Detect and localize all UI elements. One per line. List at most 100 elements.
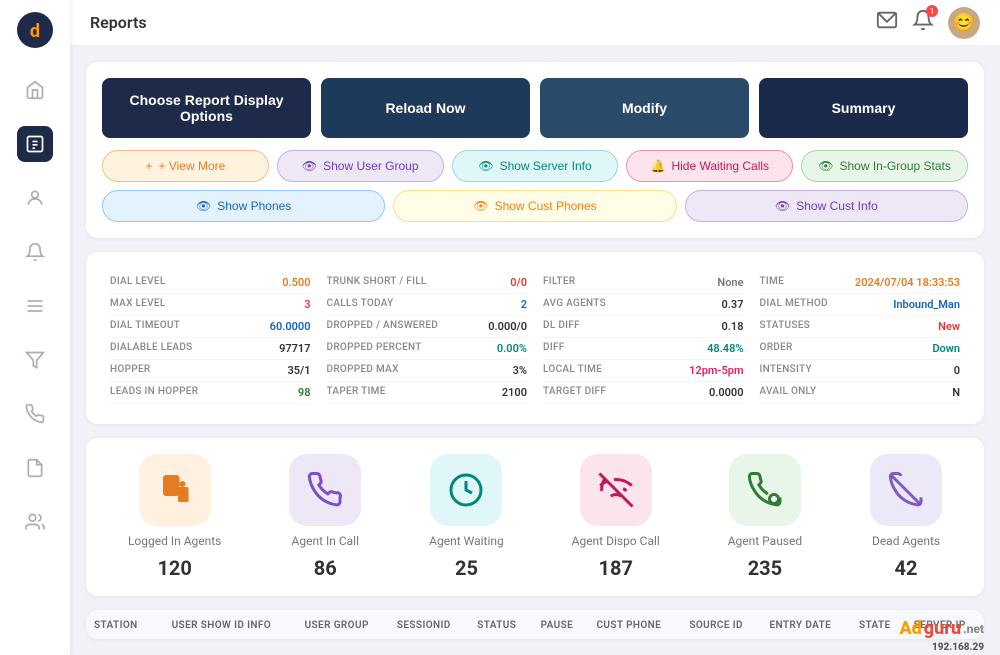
in-call-icon-wrap — [289, 454, 361, 526]
logged-in-agents-card: Logged In Agents 120 — [128, 454, 221, 580]
stats-col-3: FILTER None AVG AGENTS 0.37 DL DIFF 0.18… — [535, 268, 752, 408]
bell-icon[interactable]: 1 — [912, 9, 934, 36]
stats-col-4: TIME 2024/07/04 18:33:53 DIAL METHOD Inb… — [752, 268, 969, 408]
paused-count: 235 — [748, 556, 782, 580]
dead-agents-card: Dead Agents 42 — [870, 454, 942, 580]
plus-icon: + — [145, 159, 152, 173]
agent-in-call-card: Agent In Call 86 — [289, 454, 361, 580]
eye-icon-2: 👁 — [478, 159, 493, 173]
watermark-net: .net — [963, 622, 984, 636]
stat-filter: FILTER None — [543, 272, 744, 294]
choose-report-button[interactable]: Choose Report Display Options — [102, 78, 311, 138]
agent-paused-card: Agent Paused 235 — [728, 454, 802, 580]
dispo-icon-wrap — [580, 454, 652, 526]
th-source-id: SOURCE ID — [681, 610, 761, 639]
eye-icon-5: 👁 — [473, 199, 488, 213]
dead-icon-wrap — [870, 454, 942, 526]
sidebar-item-list[interactable] — [17, 288, 53, 324]
logged-in-label: Logged In Agents — [128, 534, 221, 548]
stats-grid: DIAL LEVEL 0.500 MAX LEVEL 3 DIAL TIMEOU… — [102, 268, 968, 408]
th-status: STATUS — [469, 610, 532, 639]
watermark-ip: 192.168.29 — [932, 642, 984, 653]
show-ingroup-stats-button[interactable]: 👁 Show In-Group Stats — [801, 150, 968, 182]
app-logo[interactable]: d — [15, 10, 55, 50]
sidebar-item-filter[interactable] — [17, 342, 53, 378]
stat-dropped-answered: DROPPED / ANSWERED 0.000/0 — [327, 316, 528, 338]
stats-col-2: TRUNK SHORT / FILL 0/0 CALLS TODAY 2 DRO… — [319, 268, 536, 408]
stat-hopper: HOPPER 35/1 — [110, 360, 311, 382]
bell-icon-btn: 🔔 — [651, 159, 666, 173]
waiting-icon-wrap — [430, 454, 502, 526]
watermark-ad: Ad — [899, 618, 921, 639]
stat-dial-timeout: DIAL TIMEOUT 60.0000 — [110, 316, 311, 338]
header: Reports 1 😊 — [70, 0, 1000, 46]
sidebar-item-users[interactable] — [17, 180, 53, 216]
stat-calls-today: CALLS TODAY 2 — [327, 294, 528, 316]
sidebar-item-team[interactable] — [17, 504, 53, 540]
stat-target-diff: TARGET DIFF 0.0000 — [543, 382, 744, 404]
reload-now-button[interactable]: Reload Now — [321, 78, 530, 138]
th-sessionid: SESSIONID — [389, 610, 469, 639]
paused-label: Agent Paused — [728, 534, 802, 548]
sidebar-item-home[interactable] — [17, 72, 53, 108]
page-title: Reports — [90, 13, 147, 32]
show-phones-button[interactable]: 👁 Show Phones — [102, 190, 385, 222]
mail-icon[interactable] — [876, 9, 898, 36]
watermark-guru: guru — [924, 618, 961, 639]
stat-dial-method: DIAL METHOD Inbound_Man — [760, 294, 961, 316]
stat-dropped-max: DROPPED MAX 3% — [327, 360, 528, 382]
th-user-group: USER GROUP — [297, 610, 389, 639]
in-call-label: Agent In Call — [292, 534, 360, 548]
stat-max-level: MAX LEVEL 3 — [110, 294, 311, 316]
stats-card: DIAL LEVEL 0.500 MAX LEVEL 3 DIAL TIMEOU… — [86, 252, 984, 424]
stats-col-1: DIAL LEVEL 0.500 MAX LEVEL 3 DIAL TIMEOU… — [102, 268, 319, 408]
logged-in-icon-wrap — [139, 454, 211, 526]
stat-order: ORDER Down — [760, 338, 961, 360]
summary-button[interactable]: Summary — [759, 78, 968, 138]
paused-icon-wrap — [729, 454, 801, 526]
dead-label: Dead Agents — [872, 534, 940, 548]
sub-buttons-row: + + View More 👁 Show User Group 👁 Show S… — [102, 150, 968, 222]
stat-time: TIME 2024/07/04 18:33:53 — [760, 272, 961, 294]
show-server-info-button[interactable]: 👁 Show Server Info — [452, 150, 619, 182]
agents-table-card: STATION USER SHOW ID INFO USER GROUP SES… — [86, 610, 984, 639]
sidebar-item-reports[interactable] — [17, 126, 53, 162]
avatar[interactable]: 😊 — [948, 7, 980, 39]
logged-in-count: 120 — [157, 556, 191, 580]
th-entry-date: ENTRY DATE — [761, 610, 851, 639]
adguru-watermark: Adguru.net 192.168.29 — [899, 618, 984, 639]
sidebar-item-phone[interactable] — [17, 396, 53, 432]
show-cust-info-button[interactable]: 👁 Show Cust Info — [685, 190, 968, 222]
sidebar-item-docs[interactable] — [17, 450, 53, 486]
hide-waiting-calls-button[interactable]: 🔔 Hide Waiting Calls — [626, 150, 793, 182]
th-cust-phone: CUST PHONE — [588, 610, 681, 639]
main-content: Reports 1 😊 Choose Report Display Option… — [70, 0, 1000, 655]
content-area: Choose Report Display Options Reload Now… — [70, 46, 1000, 655]
stat-trunk-short: TRUNK SHORT / FILL 0/0 — [327, 272, 528, 294]
stat-dialable-leads: DIALABLE LEADS 97717 — [110, 338, 311, 360]
toolbar-card: Choose Report Display Options Reload Now… — [86, 62, 984, 238]
top-buttons-row: Choose Report Display Options Reload Now… — [102, 78, 968, 138]
modify-button[interactable]: Modify — [540, 78, 749, 138]
waiting-label: Agent Waiting — [429, 534, 504, 548]
view-more-button[interactable]: + + View More — [102, 150, 269, 182]
stat-dial-level: DIAL LEVEL 0.500 — [110, 272, 311, 294]
stat-statuses: STATUSES New — [760, 316, 961, 338]
table-header-row: STATION USER SHOW ID INFO USER GROUP SES… — [86, 610, 984, 639]
dispo-count: 187 — [599, 556, 633, 580]
stat-taper-time: TAPER TIME 2100 — [327, 382, 528, 404]
eye-icon-4: 👁 — [196, 199, 211, 213]
stat-local-time: LOCAL TIME 12pm-5pm — [543, 360, 744, 382]
sidebar-item-notifications[interactable] — [17, 234, 53, 270]
svg-text:d: d — [30, 21, 40, 42]
show-user-group-button[interactable]: 👁 Show User Group — [277, 150, 444, 182]
dead-count: 42 — [895, 556, 918, 580]
stat-intensity: INTENSITY 0 — [760, 360, 961, 382]
sidebar: d — [0, 0, 70, 655]
show-cust-phones-button[interactable]: 👁 Show Cust Phones — [393, 190, 676, 222]
agent-cards-row: Logged In Agents 120 Agent In Call 86 Ag… — [102, 454, 968, 580]
in-call-count: 86 — [314, 556, 337, 580]
th-state: STATE — [851, 610, 906, 639]
eye-icon-3: 👁 — [818, 159, 833, 173]
waiting-count: 25 — [455, 556, 478, 580]
